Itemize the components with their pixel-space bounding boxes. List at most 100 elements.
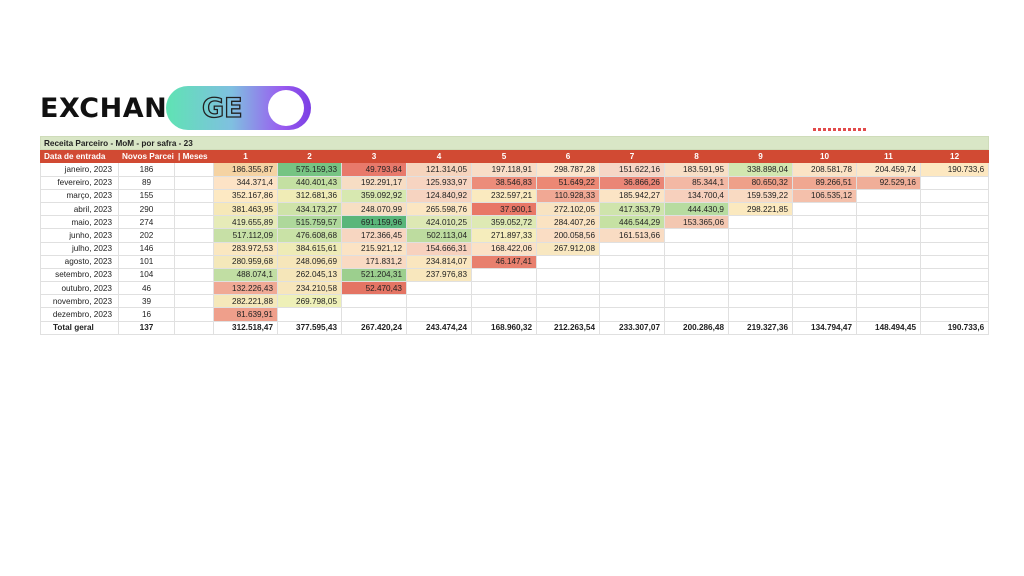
row-meses-cell[interactable] bbox=[174, 215, 214, 230]
header-month-9[interactable]: 9 bbox=[728, 149, 793, 164]
value-cell[interactable]: 234.814,07 bbox=[406, 254, 472, 269]
value-cell[interactable]: 344.371,4 bbox=[213, 175, 278, 190]
value-cell[interactable] bbox=[728, 294, 793, 309]
row-meses-cell[interactable] bbox=[174, 254, 214, 269]
total-cell[interactable]: 200.286,48 bbox=[664, 320, 729, 335]
value-cell[interactable] bbox=[919, 254, 990, 269]
value-cell[interactable]: 46.147,41 bbox=[471, 254, 537, 269]
row-label[interactable]: junho, 2023 bbox=[40, 228, 119, 243]
value-cell[interactable]: 440.401,43 bbox=[277, 175, 342, 190]
value-cell[interactable] bbox=[856, 215, 921, 230]
row-novos-parceiros[interactable]: 46 bbox=[118, 281, 175, 296]
value-cell[interactable] bbox=[728, 281, 793, 296]
value-cell[interactable] bbox=[341, 307, 407, 322]
value-cell[interactable]: 267.912,08 bbox=[536, 241, 600, 256]
value-cell[interactable] bbox=[856, 281, 921, 296]
value-cell[interactable] bbox=[728, 307, 793, 322]
value-cell[interactable]: 269.798,05 bbox=[277, 294, 342, 309]
value-cell[interactable]: 49.793,84 bbox=[341, 162, 407, 177]
header-month-2[interactable]: 2 bbox=[277, 149, 342, 164]
total-cell[interactable]: 148.494,45 bbox=[856, 320, 921, 335]
value-cell[interactable]: 446.544,29 bbox=[599, 215, 665, 230]
value-cell[interactable] bbox=[919, 281, 990, 296]
row-meses-cell[interactable] bbox=[174, 228, 214, 243]
value-cell[interactable]: 312.681,36 bbox=[277, 188, 342, 203]
value-cell[interactable]: 106.535,12 bbox=[792, 188, 857, 203]
value-cell[interactable]: 153.365,06 bbox=[664, 215, 729, 230]
row-label[interactable]: julho, 2023 bbox=[40, 241, 119, 256]
header-month-12[interactable]: 12 bbox=[919, 149, 990, 164]
total-cell[interactable]: 134.794,47 bbox=[792, 320, 857, 335]
value-cell[interactable]: 125.933,97 bbox=[406, 175, 472, 190]
value-cell[interactable]: 359.052,72 bbox=[471, 215, 537, 230]
value-cell[interactable]: 124.840,92 bbox=[406, 188, 472, 203]
value-cell[interactable]: 80.650,32 bbox=[728, 175, 793, 190]
value-cell[interactable]: 185.942,27 bbox=[599, 188, 665, 203]
value-cell[interactable] bbox=[536, 307, 600, 322]
row-label[interactable]: janeiro, 2023 bbox=[40, 162, 119, 177]
value-cell[interactable] bbox=[919, 215, 990, 230]
value-cell[interactable]: 51.649,22 bbox=[536, 175, 600, 190]
value-cell[interactable]: 502.113,04 bbox=[406, 228, 472, 243]
value-cell[interactable] bbox=[856, 267, 921, 283]
value-cell[interactable]: 434.173,27 bbox=[277, 201, 342, 217]
value-cell[interactable] bbox=[856, 254, 921, 269]
row-label[interactable]: dezembro, 2023 bbox=[40, 307, 119, 322]
row-label[interactable]: agosto, 2023 bbox=[40, 254, 119, 269]
total-cell[interactable]: 377.595,43 bbox=[277, 320, 342, 335]
row-novos-parceiros[interactable]: 155 bbox=[118, 188, 175, 203]
value-cell[interactable] bbox=[277, 307, 342, 322]
value-cell[interactable] bbox=[792, 281, 857, 296]
value-cell[interactable] bbox=[664, 307, 729, 322]
value-cell[interactable] bbox=[728, 241, 793, 256]
value-cell[interactable] bbox=[406, 294, 472, 309]
value-cell[interactable] bbox=[599, 294, 665, 309]
value-cell[interactable]: 424.010,25 bbox=[406, 215, 472, 230]
value-cell[interactable]: 381.463,95 bbox=[213, 201, 278, 217]
total-cell[interactable]: 233.307,07 bbox=[599, 320, 665, 335]
value-cell[interactable]: 38.546,83 bbox=[471, 175, 537, 190]
value-cell[interactable]: 204.459,74 bbox=[856, 162, 921, 177]
row-novos-parceiros[interactable]: 101 bbox=[118, 254, 175, 269]
row-novos-parceiros[interactable]: 202 bbox=[118, 228, 175, 243]
value-cell[interactable]: 89.266,51 bbox=[792, 175, 857, 190]
value-cell[interactable]: 419.655,89 bbox=[213, 215, 278, 230]
value-cell[interactable]: 444.430,9 bbox=[664, 201, 729, 217]
value-cell[interactable]: 691.159,96 bbox=[341, 215, 407, 230]
row-novos-parceiros[interactable]: 290 bbox=[118, 201, 175, 217]
value-cell[interactable]: 171.831,2 bbox=[341, 254, 407, 269]
value-cell[interactable]: 186.355,87 bbox=[213, 162, 278, 177]
value-cell[interactable]: 52.470,43 bbox=[341, 281, 407, 296]
value-cell[interactable]: 521.204,31 bbox=[341, 267, 407, 283]
value-cell[interactable]: 384.615,61 bbox=[277, 241, 342, 256]
value-cell[interactable] bbox=[792, 307, 857, 322]
row-novos-parceiros[interactable]: 39 bbox=[118, 294, 175, 309]
value-cell[interactable]: 338.898,04 bbox=[728, 162, 793, 177]
value-cell[interactable]: 172.366,45 bbox=[341, 228, 407, 243]
value-cell[interactable]: 237.976,83 bbox=[406, 267, 472, 283]
row-label[interactable]: maio, 2023 bbox=[40, 215, 119, 230]
value-cell[interactable]: 161.513,66 bbox=[599, 228, 665, 243]
value-cell[interactable] bbox=[471, 307, 537, 322]
header-month-5[interactable]: 5 bbox=[471, 149, 537, 164]
value-cell[interactable]: 517.112,09 bbox=[213, 228, 278, 243]
value-cell[interactable]: 417.353,79 bbox=[599, 201, 665, 217]
value-cell[interactable]: 197.118,91 bbox=[471, 162, 537, 177]
value-cell[interactable] bbox=[856, 307, 921, 322]
row-novos-parceiros[interactable]: 146 bbox=[118, 241, 175, 256]
value-cell[interactable]: 476.608,68 bbox=[277, 228, 342, 243]
value-cell[interactable]: 208.581,78 bbox=[792, 162, 857, 177]
value-cell[interactable] bbox=[792, 241, 857, 256]
row-label[interactable]: fevereiro, 2023 bbox=[40, 175, 119, 190]
value-cell[interactable] bbox=[856, 241, 921, 256]
value-cell[interactable]: 359.092,92 bbox=[341, 188, 407, 203]
total-cell[interactable]: 168.960,32 bbox=[471, 320, 537, 335]
row-novos-parceiros[interactable]: 16 bbox=[118, 307, 175, 322]
total-cell[interactable]: 312.518,47 bbox=[213, 320, 278, 335]
row-label[interactable]: setembro, 2023 bbox=[40, 267, 119, 283]
value-cell[interactable] bbox=[471, 281, 537, 296]
value-cell[interactable]: 168.422,06 bbox=[471, 241, 537, 256]
value-cell[interactable] bbox=[919, 228, 990, 243]
header-month-10[interactable]: 10 bbox=[792, 149, 857, 164]
value-cell[interactable]: 282.221,88 bbox=[213, 294, 278, 309]
